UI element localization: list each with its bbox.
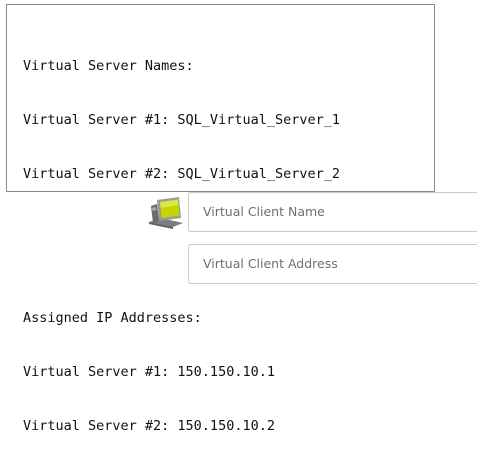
server-info-panel: Virtual Server Names: Virtual Server #1:… [6,4,435,434]
virtual-client-name-placeholder: Virtual Client Name [203,204,325,219]
computer-monitor-icon [147,196,185,230]
server-2-ip: Virtual Server #2: 150.150.10.2 [23,418,275,434]
virtual-client-address-placeholder: Virtual Client Address [203,256,338,271]
server-names-heading: Virtual Server Names: [23,58,194,74]
server-2-name: Virtual Server #2: SQL_Virtual_Server_2 [23,166,340,182]
server-1-ip: Virtual Server #1: 150.150.10.1 [23,364,275,380]
server-1-name: Virtual Server #1: SQL_Virtual_Server_1 [23,112,340,128]
ip-addresses-heading: Assigned IP Addresses: [23,310,202,326]
virtual-client-address-input[interactable]: Virtual Client Address [188,244,477,284]
virtual-client-name-input[interactable]: Virtual Client Name [188,192,477,232]
